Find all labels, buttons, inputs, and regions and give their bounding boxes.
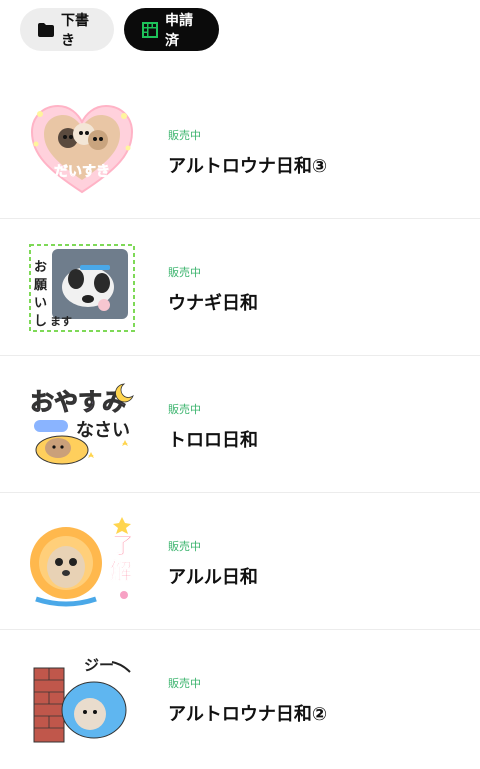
sticker-thumbnail-daisuki: だいすき bbox=[28, 104, 136, 196]
tab-drafts-label: 下書き bbox=[61, 12, 89, 49]
list-item[interactable]: 了 解 販売中 アルル日和 bbox=[0, 493, 480, 630]
sticker-title: ウナギ日和 bbox=[168, 293, 258, 314]
sticker-thumbnail-yoroshiku: お 願 い し ます bbox=[28, 241, 136, 333]
list-item[interactable]: お 願 い し ます 販売中 ウナギ日和 bbox=[0, 219, 480, 356]
sticker-title: トロロ日和 bbox=[168, 430, 258, 451]
svg-text:おやすみ: おやすみ bbox=[30, 388, 126, 416]
sticker-text: ジー bbox=[84, 656, 114, 674]
tab-submitted-label: 申請済 bbox=[165, 12, 193, 49]
status-badge: 販売中 bbox=[168, 540, 201, 553]
grid-icon bbox=[142, 21, 158, 38]
svg-text:お: お bbox=[34, 260, 47, 275]
list-item[interactable]: ジー 販売中 アルトロウナ日和② bbox=[0, 630, 480, 767]
tab-submitted[interactable]: 申請済 bbox=[124, 8, 219, 51]
svg-text:願: 願 bbox=[34, 278, 48, 293]
svg-text:ます: ます bbox=[50, 315, 72, 328]
sticker-thumbnail-jii: ジー bbox=[28, 652, 136, 744]
sticker-title: アルル日和 bbox=[168, 567, 258, 588]
status-badge: 販売中 bbox=[168, 403, 201, 416]
status-badge: 販売中 bbox=[168, 677, 201, 690]
svg-text:なさい: なさい bbox=[76, 420, 130, 441]
svg-text:い: い bbox=[34, 296, 47, 311]
svg-text:解: 解 bbox=[110, 559, 132, 585]
sticker-title: アルトロウナ日和② bbox=[168, 704, 328, 725]
svg-text:し: し bbox=[34, 314, 47, 329]
tab-drafts[interactable]: 下書き bbox=[20, 8, 114, 51]
folder-icon bbox=[38, 22, 54, 37]
status-badge: 販売中 bbox=[168, 266, 201, 279]
sticker-text: だいすき bbox=[54, 164, 110, 180]
list-item[interactable]: だいすき 販売中 アルトロウナ日和③ bbox=[0, 82, 480, 219]
status-badge: 販売中 bbox=[168, 129, 201, 142]
sticker-list: だいすき 販売中 アルトロウナ日和③ お 願 い し ます 販売中 ウナギ日和 … bbox=[0, 82, 480, 767]
tab-bar: 下書き 申請済 bbox=[20, 8, 219, 51]
sticker-thumbnail-ryoukai: 了 解 bbox=[28, 515, 136, 607]
sticker-title: アルトロウナ日和③ bbox=[168, 156, 328, 177]
svg-text:了: 了 bbox=[112, 534, 134, 559]
list-item[interactable]: おやすみ なさい 販売中 トロロ日和 bbox=[0, 356, 480, 493]
sticker-thumbnail-oyasumi: おやすみ なさい bbox=[28, 378, 136, 470]
